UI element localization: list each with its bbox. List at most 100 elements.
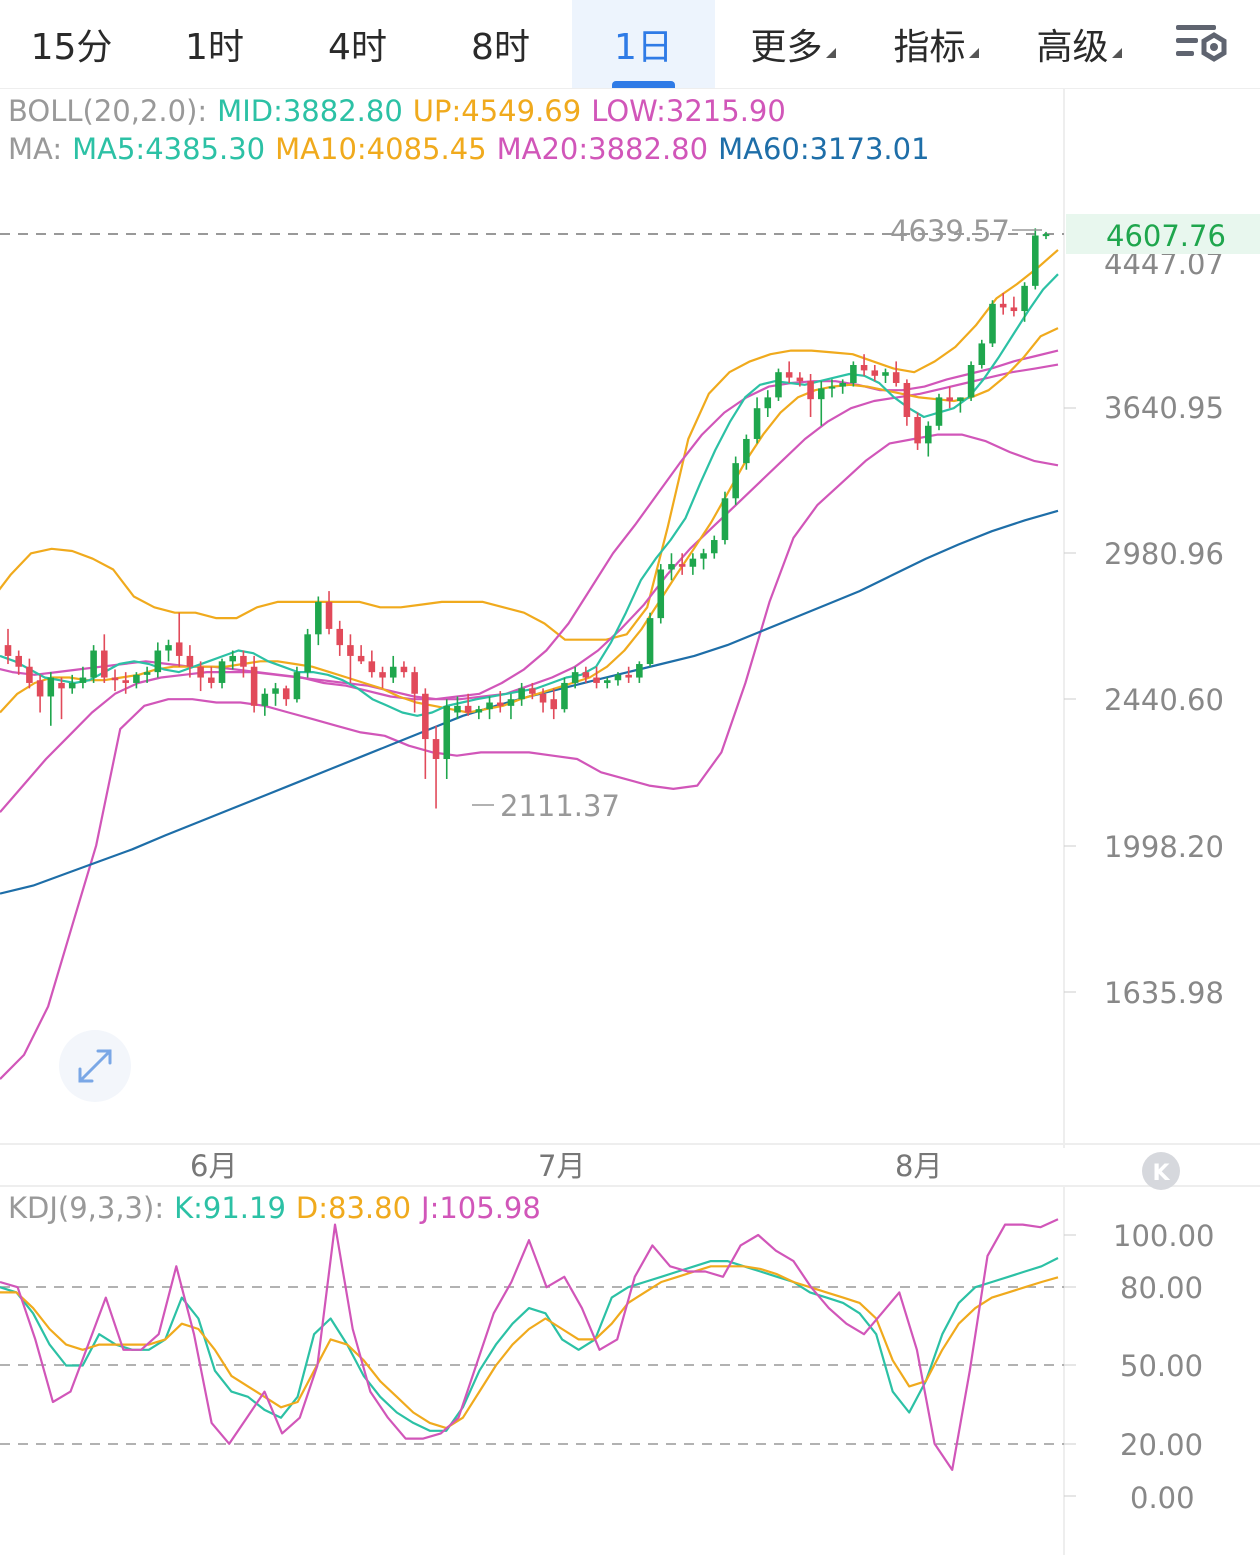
candle-body — [978, 343, 986, 366]
candle-body — [272, 688, 279, 694]
candle-up — [935, 393, 943, 431]
tab-1day[interactable]: 1日 — [572, 0, 715, 88]
candle-body — [1032, 235, 1039, 286]
ma-legend: MA: MA5:4385.30 MA10:4085.45 MA20:3882.80 MA… — [8, 132, 930, 166]
candle-body — [678, 564, 686, 567]
candle-body — [250, 666, 258, 706]
candle-down — [325, 591, 333, 635]
candle-body — [775, 372, 782, 398]
candle-body — [946, 397, 953, 401]
candle-body — [646, 618, 654, 665]
candle-body — [967, 365, 975, 398]
candle-down — [550, 688, 558, 720]
candle-body — [186, 655, 194, 667]
candle-down — [892, 361, 900, 387]
tab-15min[interactable]: 15分 — [0, 0, 143, 88]
candle-up — [165, 639, 172, 662]
ma5-line — [0, 273, 1059, 717]
candle-body — [111, 677, 119, 681]
legend-item: J:105.98 — [419, 1191, 541, 1225]
candle-up — [668, 553, 675, 581]
kdj-axis-label: 80.00 — [1120, 1271, 1203, 1305]
candle-body — [400, 666, 408, 673]
candle-body — [4, 645, 12, 656]
kdj-axis-label: 100.00 — [1113, 1219, 1214, 1253]
candle-up — [775, 368, 782, 401]
candle-body — [529, 688, 536, 694]
candle-body — [90, 650, 97, 678]
tab-8hour[interactable]: 8时 — [429, 0, 572, 88]
candle-up — [443, 699, 451, 779]
collapse-k-button[interactable]: K — [1142, 1152, 1180, 1190]
candle-body — [208, 677, 215, 683]
candle-body — [539, 693, 547, 703]
candle-body — [689, 558, 697, 567]
candle-body — [657, 569, 665, 619]
candle-down — [432, 725, 440, 809]
price-axis-label: 1998.20 — [1104, 830, 1224, 864]
candle-down — [422, 688, 429, 779]
time-axis-label: 7月 — [538, 1149, 585, 1183]
high-marker-label: 4639.57 — [890, 214, 1010, 248]
legend-item: MA10:4085.45 — [275, 132, 486, 166]
tab-advanced[interactable]: 高级 — [1001, 0, 1144, 88]
candle-body — [496, 702, 504, 706]
candle-down — [593, 666, 600, 689]
legend-item: MA60:3173.01 — [718, 132, 929, 166]
legend-item: UP:4549.69 — [413, 94, 581, 128]
candle-body — [892, 372, 900, 383]
tab-indicators[interactable]: 指标 — [858, 0, 1001, 88]
candle-up — [882, 368, 889, 383]
candle-up — [561, 677, 568, 713]
chart-settings-button[interactable] — [1144, 0, 1260, 88]
candle-down — [347, 634, 354, 683]
candle-down — [946, 386, 953, 409]
timeframe-tabs: 15分 1时 4时 8时 1日 更多 指标 高级 — [0, 0, 1260, 89]
kdj-axis: 100.00 80.00 50.00 20.00 0.00 — [1064, 1219, 1214, 1515]
candle-down — [15, 650, 22, 675]
candle-body — [197, 666, 204, 678]
candle-body — [261, 693, 269, 706]
candle-down — [914, 412, 921, 450]
legend-item: KDJ(9,3,3): — [8, 1191, 164, 1225]
candle-body — [561, 682, 568, 710]
candle-body — [860, 365, 868, 371]
candle-body — [68, 682, 76, 689]
tab-more[interactable]: 更多 — [715, 0, 858, 88]
candle-down — [101, 634, 108, 683]
candle-body — [935, 397, 943, 426]
candle-up — [1032, 228, 1039, 290]
legend-item: MA20:3882.80 — [497, 132, 708, 166]
price-axis-label: 1635.98 — [1104, 976, 1224, 1010]
candle-body — [154, 650, 162, 673]
candle-body — [315, 601, 322, 635]
candle-down — [58, 677, 65, 720]
candle-up — [657, 564, 665, 624]
candle-up — [721, 491, 729, 545]
candle-body — [518, 688, 525, 700]
candle-body — [389, 666, 397, 678]
time-axis-label: 6月 — [190, 1149, 237, 1183]
ma20-line — [0, 363, 1059, 813]
kdj-legend: KDJ(9,3,3): K:91.19 D:83.80 J:105.98 — [8, 1191, 541, 1225]
candle-body — [122, 680, 129, 683]
candle-body — [368, 661, 376, 673]
kdj-k-line — [0, 1257, 1059, 1432]
candle-body — [143, 672, 151, 675]
candle-body — [571, 672, 579, 683]
candle-up — [475, 705, 483, 720]
candle-body — [764, 397, 772, 409]
tab-1hour[interactable]: 1时 — [143, 0, 286, 88]
candle-up — [1042, 231, 1050, 240]
tab-label: 更多 — [750, 27, 823, 68]
candle-body — [411, 672, 418, 694]
candle-body — [668, 564, 675, 570]
tab-4hour[interactable]: 4时 — [286, 0, 429, 88]
tab-label: 指标 — [893, 27, 966, 68]
candle-body — [957, 397, 964, 401]
candle-body — [903, 382, 911, 417]
price-chart[interactable]: BOLL(20,2.0): MID:3882.80 UP:4549.69 LOW:32… — [0, 88, 1260, 1555]
candle-up — [507, 693, 515, 720]
candle-body — [914, 416, 921, 444]
expand-button[interactable] — [59, 1030, 131, 1102]
